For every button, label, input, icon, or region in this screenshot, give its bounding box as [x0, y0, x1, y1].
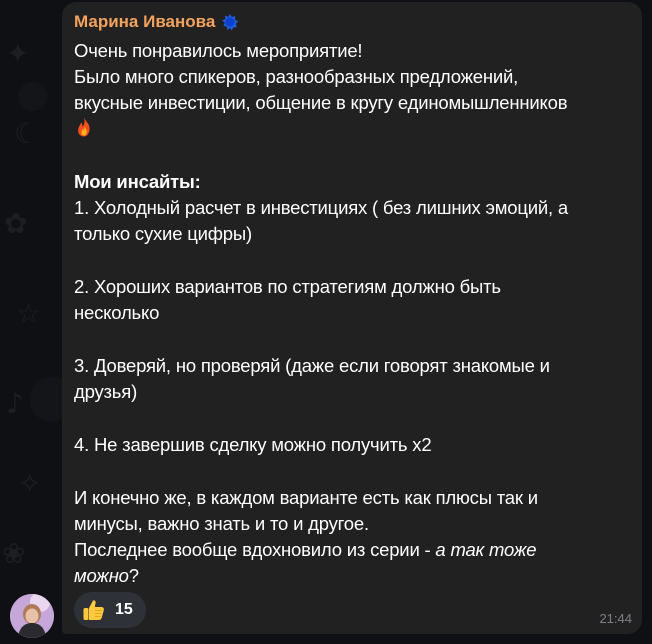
avatar[interactable]	[10, 594, 54, 638]
message-line: И конечно же, в каждом варианте есть как…	[74, 487, 538, 508]
avatar-photo	[10, 594, 54, 638]
italic-quote: а так тоже	[435, 539, 537, 560]
question-mark: ?	[128, 565, 139, 586]
doodle-icon: ☾	[14, 117, 40, 150]
premium-star-icon[interactable]	[221, 13, 239, 31]
doodle-icon: ❀	[2, 537, 26, 570]
doodle-icon: ☆	[16, 297, 42, 330]
message-line: друзья)	[74, 381, 138, 402]
doodle-icon: ✿	[4, 207, 28, 240]
message-line: Очень понравилось мероприятие!	[74, 40, 363, 61]
reaction-button[interactable]: 15	[74, 592, 146, 628]
fire-icon	[78, 117, 90, 137]
sender-name[interactable]: Марина Иванова	[74, 12, 215, 32]
message-line: только сухие цифры)	[74, 223, 252, 244]
doodle-icon: ✧	[18, 467, 42, 500]
message-line: 3. Доверяй, но проверяй (даже если говор…	[74, 355, 550, 376]
message-bubble[interactable]: Марина Иванова Очень понравилось меропри…	[62, 2, 642, 634]
message-line: Мои инсайты:	[74, 171, 201, 192]
fire-emoji-line	[74, 116, 634, 142]
message-line-text: Последнее вообще вдохновило из серии -	[74, 539, 436, 560]
message-time: 21:44	[599, 611, 632, 626]
message-line: 2. Хороших вариантов по стратегиям должн…	[74, 276, 501, 297]
message-line: 4. Не завершив сделку можно получить х2	[74, 434, 432, 455]
thumbs-up-icon	[83, 600, 104, 620]
reaction-count: 15	[115, 601, 133, 618]
message-line: 1. Холодный расчет в инвестициях ( без л…	[74, 197, 569, 218]
message-line: минусы, важно знать и то и другое.	[74, 513, 369, 534]
doodle-icon: ✦	[6, 37, 30, 70]
message-line: можно?	[74, 563, 634, 589]
message-line: вкусные инвестиции, общение в кругу един…	[74, 92, 568, 113]
italic-quote: можно	[74, 565, 129, 586]
message-text: Очень понравилось мероприятие! Было мног…	[74, 38, 634, 589]
doodle-icon: ♪	[6, 387, 24, 420]
message-line: Было много спикеров, разнообразных предл…	[74, 66, 519, 87]
message-line: несколько	[74, 302, 160, 323]
message-header: Марина Иванова	[74, 12, 239, 32]
message-line: Последнее вообще вдохновило из серии - а…	[74, 537, 634, 563]
